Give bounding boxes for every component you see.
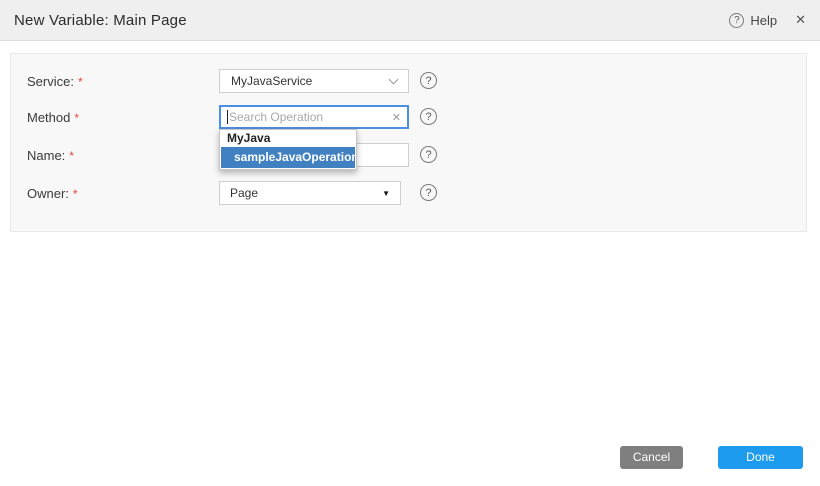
dropdown-option-selected[interactable]: sampleJavaOperation xyxy=(221,147,355,168)
clear-icon[interactable]: ✕ xyxy=(388,111,401,124)
service-label-text: Service: xyxy=(27,74,74,89)
cancel-button[interactable]: Cancel xyxy=(620,446,683,469)
header-actions: ? Help ✕ xyxy=(729,12,806,28)
method-label: Method * xyxy=(27,110,79,125)
help-label: Help xyxy=(750,13,777,28)
new-variable-dialog: New Variable: Main Page ? Help ✕ Service… xyxy=(0,0,820,486)
method-options-dropdown: MyJava sampleJavaOperation xyxy=(219,129,357,170)
owner-label-text: Owner: xyxy=(27,186,69,201)
required-asterisk: * xyxy=(78,75,83,89)
method-search-box: ✕ xyxy=(219,105,409,129)
required-asterisk: * xyxy=(73,187,78,201)
required-asterisk: * xyxy=(69,149,74,163)
close-icon[interactable]: ✕ xyxy=(795,12,806,28)
dialog-title: New Variable: Main Page xyxy=(14,12,187,29)
select-arrow-icon: ▼ xyxy=(382,189,390,198)
service-help-icon[interactable]: ? xyxy=(420,72,437,89)
done-button[interactable]: Done xyxy=(718,446,803,469)
owner-help-icon[interactable]: ? xyxy=(420,184,437,201)
owner-select-value: Page xyxy=(230,186,258,200)
dropdown-group-header: MyJava xyxy=(220,130,356,147)
dialog-header: New Variable: Main Page ? Help ✕ xyxy=(0,0,820,41)
required-asterisk: * xyxy=(74,111,79,125)
method-search-input[interactable] xyxy=(228,110,388,124)
help-circle-icon: ? xyxy=(729,13,744,28)
name-label: Name: * xyxy=(27,148,74,163)
help-button[interactable]: ? Help xyxy=(729,13,777,28)
owner-select[interactable]: Page ▼ xyxy=(219,181,401,205)
name-help-icon[interactable]: ? xyxy=(420,146,437,163)
owner-label: Owner: * xyxy=(27,186,78,201)
service-select[interactable]: MyJavaService xyxy=(219,69,409,93)
method-help-icon[interactable]: ? xyxy=(420,108,437,125)
form-panel: Service: * MyJavaService ? Method * ✕ ? Na… xyxy=(10,53,807,232)
name-label-text: Name: xyxy=(27,148,65,163)
service-select-value: MyJavaService xyxy=(231,74,312,88)
method-label-text: Method xyxy=(27,110,70,125)
service-label: Service: * xyxy=(27,74,83,89)
chevron-down-icon xyxy=(389,74,399,84)
